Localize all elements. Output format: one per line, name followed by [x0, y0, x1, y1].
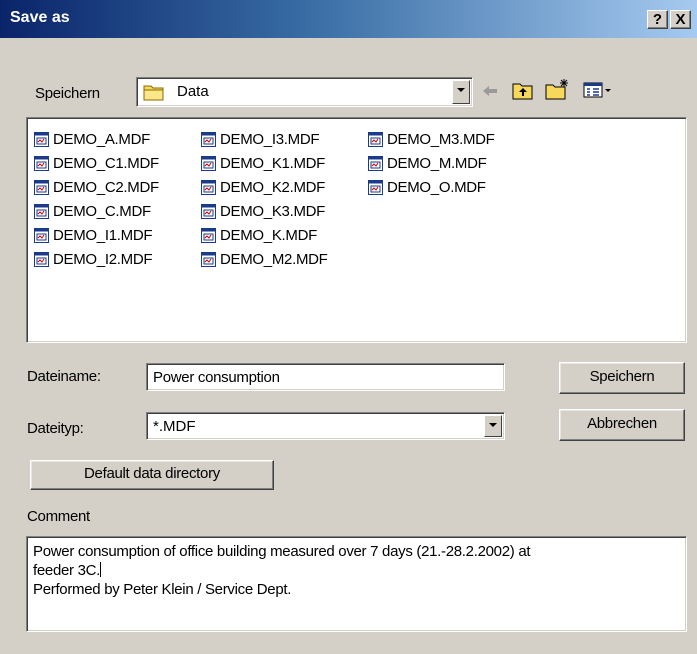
window-title: Save as [10, 9, 70, 26]
file-name: DEMO_K3.MDF [220, 202, 326, 220]
file-name: DEMO_O.MDF [387, 178, 486, 196]
mdf-file-icon [34, 203, 49, 219]
list-item[interactable]: DEMO_I3.MDF [201, 128, 320, 150]
comment-label: Comment [27, 508, 90, 525]
file-name: DEMO_K1.MDF [220, 154, 326, 172]
mdf-file-icon [34, 131, 49, 147]
mdf-file-icon [201, 179, 216, 195]
file-name: DEMO_M3.MDF [387, 130, 495, 148]
filename-field[interactable]: Power consumption [146, 363, 505, 391]
list-item[interactable]: DEMO_M.MDF [368, 152, 487, 174]
mdf-file-icon [201, 131, 216, 147]
title-bar[interactable]: Save as ? X [0, 0, 697, 38]
filename-value: Power consumption [153, 369, 280, 386]
list-item[interactable]: DEMO_K3.MDF [201, 200, 325, 222]
mdf-file-icon [34, 251, 49, 267]
mdf-file-icon [368, 155, 383, 171]
filetype-value: *.MDF [153, 418, 196, 435]
file-name: DEMO_C1.MDF [53, 154, 159, 172]
list-item[interactable]: DEMO_K2.MDF [201, 176, 325, 198]
list-item[interactable]: DEMO_C1.MDF [34, 152, 159, 174]
mdf-file-icon [34, 227, 49, 243]
filetype-label: Dateityp: [27, 420, 84, 437]
file-name: DEMO_A.MDF [53, 130, 151, 148]
file-name: DEMO_I3.MDF [220, 130, 320, 148]
up-folder-icon[interactable] [512, 80, 534, 100]
save-button[interactable]: Speichern [559, 362, 685, 394]
file-name: DEMO_M2.MDF [220, 250, 328, 268]
filetype-dropdown[interactable]: *.MDF [146, 412, 505, 440]
list-item[interactable]: DEMO_M2.MDF [201, 248, 328, 270]
chevron-down-icon[interactable] [484, 415, 502, 437]
mdf-file-icon [368, 131, 383, 147]
view-menu-icon[interactable] [583, 81, 615, 99]
location-dropdown[interactable]: Data [136, 77, 473, 107]
mdf-file-icon [201, 251, 216, 267]
list-item[interactable]: DEMO_I1.MDF [34, 224, 153, 246]
file-list[interactable]: DEMO_A.MDF DEMO_C1.MDF DEMO_C2.MDF DEMO_… [26, 117, 687, 343]
mdf-file-icon [34, 179, 49, 195]
file-name: DEMO_C.MDF [53, 202, 151, 220]
list-item[interactable]: DEMO_C.MDF [34, 200, 151, 222]
folder-icon [143, 85, 164, 101]
default-data-directory-button[interactable]: Default data directory [30, 460, 274, 490]
mdf-file-icon [368, 179, 383, 195]
filename-label: Dateiname: [27, 368, 101, 385]
mdf-file-icon [201, 155, 216, 171]
mdf-file-icon [201, 203, 216, 219]
help-button[interactable]: ? [647, 10, 668, 29]
file-name: DEMO_K2.MDF [220, 178, 326, 196]
list-item[interactable]: DEMO_O.MDF [368, 176, 486, 198]
comment-line-1: Power consumption of office building mea… [33, 543, 531, 560]
file-name: DEMO_I2.MDF [53, 250, 153, 268]
cancel-button[interactable]: Abbrechen [559, 409, 685, 441]
text-caret [100, 562, 102, 577]
list-item[interactable]: DEMO_K1.MDF [201, 152, 325, 174]
file-name: DEMO_I1.MDF [53, 226, 153, 244]
back-arrow-icon[interactable] [480, 82, 500, 100]
comment-line-2: feeder 3C. [33, 562, 101, 579]
location-name: Data [177, 83, 209, 100]
list-item[interactable]: DEMO_I2.MDF [34, 248, 153, 270]
list-item[interactable]: DEMO_M3.MDF [368, 128, 495, 150]
file-name: DEMO_C2.MDF [53, 178, 159, 196]
mdf-file-icon [34, 155, 49, 171]
list-item[interactable]: DEMO_C2.MDF [34, 176, 159, 198]
save-in-label: Speichern [35, 85, 100, 102]
chevron-down-icon[interactable] [452, 80, 470, 104]
save-as-dialog: Save as ? X Speichern Data DEMO_A.MDF DE… [0, 0, 697, 654]
file-name: DEMO_K.MDF [220, 226, 318, 244]
close-button[interactable]: X [670, 10, 691, 29]
comment-line-3: Performed by Peter Klein / Service Dept. [33, 581, 292, 598]
list-item[interactable]: DEMO_K.MDF [201, 224, 317, 246]
comment-textarea[interactable]: Power consumption of office building mea… [26, 536, 687, 632]
new-folder-icon[interactable] [545, 78, 571, 100]
list-item[interactable]: DEMO_A.MDF [34, 128, 150, 150]
file-name: DEMO_M.MDF [387, 154, 487, 172]
mdf-file-icon [201, 227, 216, 243]
